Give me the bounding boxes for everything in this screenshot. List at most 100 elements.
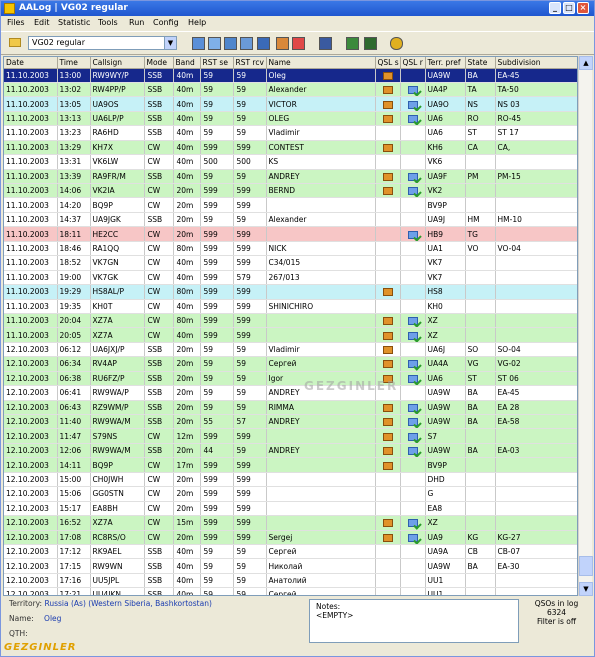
log-selector[interactable]: VG02 regular ▼ (28, 36, 177, 50)
qsl-received-icon (407, 519, 418, 528)
cell-band: 20m (173, 486, 201, 502)
minimize-button[interactable]: _ (549, 2, 561, 14)
menu-config[interactable]: Config (153, 18, 179, 27)
col-qsl-sent[interactable]: QSL s (375, 57, 401, 69)
qso-log-grid[interactable]: Date Time Callsign Mode Band RST se RST … (3, 56, 578, 596)
table-row[interactable]: 12.10.2003 16:52 XZ7A CW 15m 599 599 XZ (4, 515, 577, 531)
cell-name: Sergej (266, 530, 376, 545)
table-row[interactable]: 11.10.2003 13:31 VK6LW CW 40m 500 500 KS VK6 (4, 154, 577, 170)
cell-name (266, 327, 376, 343)
col-time[interactable]: Time (57, 57, 91, 69)
table-row[interactable]: 11.10.2003 20:05 XZ7A CW 40m 599 599 XZ (4, 327, 577, 343)
menu-files[interactable]: Files (7, 18, 25, 27)
table-row[interactable]: 12.10.2003 15:00 CH0JWH CW 20m 599 599 DHD (4, 472, 577, 488)
col-mode[interactable]: Mode (144, 57, 174, 69)
table-row[interactable]: 12.10.2003 14:11 BQ9P CW 17m 599 599 BV9P (4, 457, 577, 473)
table-row[interactable]: 12.10.2003 06:38 RU6FZ/P SSB 20m 59 59 Igor UA6 S… (4, 371, 577, 387)
table-row[interactable]: 12.10.2003 11:40 RW9WA/M SSB 20m 55 57 ANDREY UA… (4, 414, 577, 430)
cell-mode: CW (144, 140, 174, 156)
vertical-scrollbar[interactable]: ▲ ▼ (578, 56, 593, 596)
scroll-down-arrow-icon[interactable]: ▼ (579, 582, 593, 596)
col-terr-pref[interactable]: Terr. pref (425, 57, 466, 69)
cell-state: TA (465, 82, 496, 98)
menu-run[interactable]: Run (129, 18, 144, 27)
monitor-icon[interactable] (319, 37, 332, 50)
table-row[interactable]: 12.10.2003 15:17 EA8BH CW 20m 599 599 EA8 (4, 501, 577, 517)
open-folder-icon[interactable] (9, 38, 21, 47)
table-row[interactable]: 12.10.2003 17:21 UU4JKN SSB 40m 59 59 Сергей UU1 (4, 587, 577, 595)
col-rst-sent[interactable]: RST se (200, 57, 234, 69)
cell-mode: SSB (144, 443, 174, 459)
qsl-icon[interactable] (276, 37, 289, 50)
menu-statistic[interactable]: Statistic (58, 18, 90, 27)
qsl-received-icon (407, 115, 418, 124)
table-row[interactable]: 11.10.2003 20:04 XZ7A CW 80m 599 599 XZ (4, 313, 577, 329)
cell-band: 40m (173, 140, 201, 156)
table-row[interactable]: 11.10.2003 13:23 RA6HD SSB 40m 59 59 Vladimir UA… (4, 125, 577, 141)
cell-subdivision: EA-03 (495, 443, 577, 459)
title-bar[interactable]: AALog | VG02 regular _ □ × (1, 1, 594, 16)
table-row[interactable]: 12.10.2003 11:47 S79NS CW 12m 599 599 S7 (4, 428, 577, 444)
cell-time: 15:06 (57, 486, 91, 502)
table-row[interactable]: 12.10.2003 06:43 RZ9WM/P SSB 20m 59 59 RIMMA UA9… (4, 400, 577, 416)
cell-callsign: S79NS (90, 428, 145, 444)
col-subdivision[interactable]: Subdivision (495, 57, 577, 69)
menu-edit[interactable]: Edit (34, 18, 50, 27)
map-icon[interactable] (346, 37, 359, 50)
table-row[interactable]: 11.10.2003 14:20 BQ9P CW 20m 599 599 BV9P (4, 197, 577, 213)
delete-qso-icon[interactable] (224, 37, 237, 50)
table-row[interactable]: 11.10.2003 14:37 UA9JGK SSB 20m 59 59 Alexander… (4, 212, 577, 228)
search-qso-icon[interactable] (240, 37, 253, 50)
cell-state (465, 501, 496, 517)
table-row[interactable]: 11.10.2003 19:29 HS8AL/P CW 80m 599 599 HS8 (4, 284, 577, 300)
col-qsl-rcvd[interactable]: QSL r (400, 57, 426, 69)
notes-box[interactable]: Notes: <EMPTY> (309, 599, 519, 643)
table-row[interactable]: 12.10.2003 17:08 RC8RS/O CW 20m 599 599 Sergej U… (4, 530, 577, 545)
table-row[interactable]: 12.10.2003 06:34 RV4AP SSB 20m 59 59 Сергей UA4A… (4, 356, 577, 372)
table-row[interactable]: 11.10.2003 18:46 RA1QQ CW 80m 599 599 NICK UA1 VO… (4, 241, 577, 257)
cell-state (465, 515, 496, 531)
cell-qsl-sent (375, 212, 401, 228)
new-qso-icon[interactable] (192, 37, 205, 50)
menu-tools[interactable]: Tools (98, 18, 118, 27)
maximize-button[interactable]: □ (563, 2, 575, 14)
table-row[interactable]: 12.10.2003 17:16 UU5JPL SSB 40m 59 59 Анатолий U… (4, 573, 577, 589)
col-rst-rcvd[interactable]: RST rcv (233, 57, 267, 69)
table-row[interactable]: 11.10.2003 13:13 UA6LP/P SSB 40m 59 59 OLEG UA6 R… (4, 111, 577, 127)
print-icon[interactable] (257, 37, 270, 50)
table-row[interactable]: 11.10.2003 13:00 RW9WY/P SSB 40m 59 59 Oleg UA9W… (4, 68, 577, 83)
col-band[interactable]: Band (173, 57, 201, 69)
table-row[interactable]: 11.10.2003 13:02 RW4PP/P SSB 40m 59 59 Alexande… (4, 82, 577, 98)
cell-time: 11:40 (57, 414, 91, 430)
close-button[interactable]: × (577, 2, 589, 14)
cell-mode: CW (144, 299, 174, 314)
menu-help[interactable]: Help (188, 18, 206, 27)
scroll-up-arrow-icon[interactable]: ▲ (579, 56, 593, 70)
table-row[interactable]: 11.10.2003 18:11 HE2CC CW 20m 599 599 HB9 TG (4, 226, 577, 242)
col-callsign[interactable]: Callsign (90, 57, 145, 69)
table-row[interactable]: 11.10.2003 13:39 RA9FR/M SSB 40m 59 59 ANDREY UA… (4, 169, 577, 185)
table-row[interactable]: 12.10.2003 12:06 RW9WA/M SSB 20m 44 59 ANDREY UA… (4, 443, 577, 459)
table-row[interactable]: 12.10.2003 17:12 RK9AEL SSB 40m 59 59 Сергей UA9… (4, 544, 577, 560)
table-row[interactable]: 11.10.2003 18:52 VK7GN CW 40m 599 599 C34/015 VK… (4, 255, 577, 271)
flag-icon[interactable] (292, 37, 305, 50)
table-row[interactable]: 11.10.2003 13:29 KH7X CW 40m 599 599 CONTEST KH6… (4, 140, 577, 156)
qsl-received-icon (407, 317, 418, 326)
table-row[interactable]: 11.10.2003 19:00 VK7GK CW 40m 599 579 267/013 VK… (4, 270, 577, 286)
stats-icon[interactable] (364, 37, 377, 50)
table-row[interactable]: 11.10.2003 19:35 KH0T CW 40m 599 599 SHINICHIRO… (4, 299, 577, 314)
edit-qso-icon[interactable] (208, 37, 221, 50)
cell-terr-pref: BV9P (425, 197, 466, 213)
table-row[interactable]: 12.10.2003 17:15 RW9WN SSB 40m 59 59 Николай UA9… (4, 558, 577, 574)
col-state[interactable]: State (465, 57, 496, 69)
col-date[interactable]: Date (4, 57, 58, 69)
col-name[interactable]: Name (266, 57, 376, 69)
scroll-thumb[interactable] (579, 556, 593, 576)
table-row[interactable]: 11.10.2003 14:06 VK2IA CW 20m 599 599 BERND VK2 (4, 183, 577, 199)
table-row[interactable]: 12.10.2003 06:12 UA6JXJ/P SSB 20m 59 59 Vladimi… (4, 342, 577, 358)
table-row[interactable]: 12.10.2003 15:06 GG0STN CW 20m 599 599 G (4, 486, 577, 502)
settings-gear-icon[interactable] (390, 37, 403, 50)
table-row[interactable]: 12.10.2003 06:41 RW9WA/P SSB 20m 59 59 ANDREY UA… (4, 385, 577, 401)
chevron-down-icon[interactable]: ▼ (164, 37, 176, 49)
table-row[interactable]: 11.10.2003 13:05 UA9OS SSB 40m 59 59 VICTOR UA9O… (4, 96, 577, 112)
